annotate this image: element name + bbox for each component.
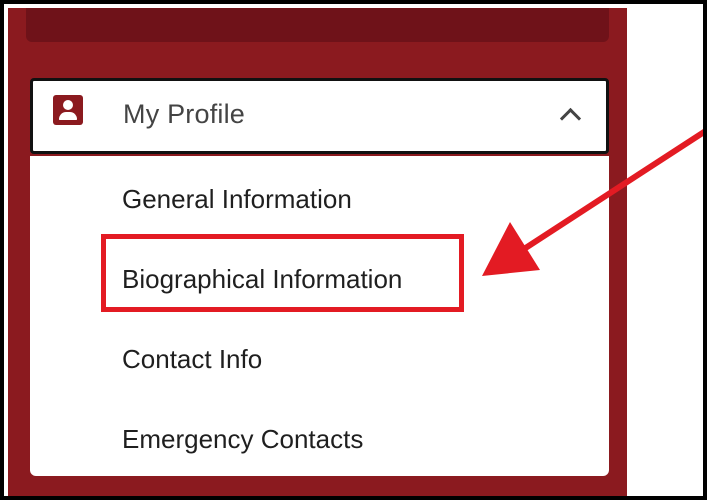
annotation-arrow — [482, 129, 703, 276]
arrow-head — [482, 222, 540, 276]
arrow-shaft — [521, 129, 703, 252]
screenshot-frame: My Profile General Information Biographi… — [0, 0, 707, 500]
